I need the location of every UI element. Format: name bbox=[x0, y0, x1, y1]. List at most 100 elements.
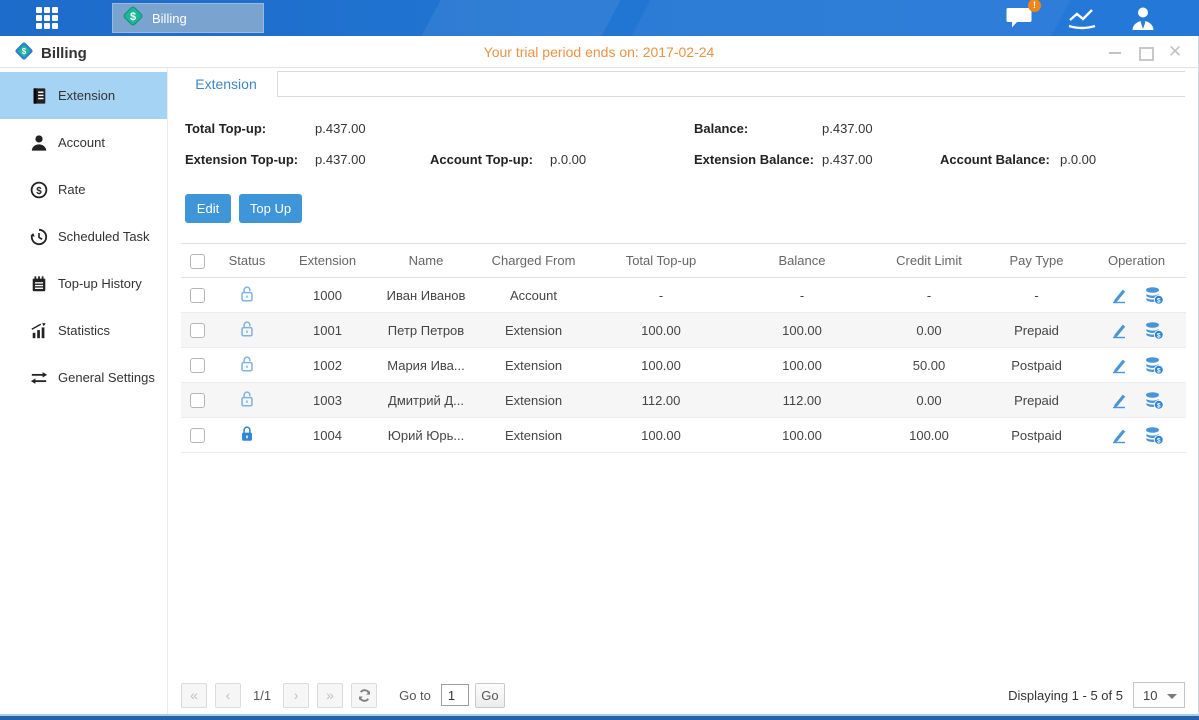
edit-pencil-icon[interactable] bbox=[1110, 356, 1128, 374]
edit-pencil-icon[interactable] bbox=[1110, 286, 1128, 304]
row-checkbox[interactable] bbox=[190, 393, 205, 408]
pay-type-cell: Prepaid bbox=[986, 383, 1087, 418]
extension-table: Status Extension Name Charged From Total… bbox=[181, 243, 1186, 453]
go-button[interactable]: Go bbox=[475, 683, 505, 708]
svg-text:$: $ bbox=[130, 11, 136, 23]
billing-window: $ Billing Your trial period ends on: 201… bbox=[0, 36, 1199, 716]
ledger-icon bbox=[30, 87, 48, 105]
total-topup-value: p.437.00 bbox=[315, 121, 366, 136]
total-topup-cell: 100.00 bbox=[590, 418, 732, 453]
messages-icon[interactable]: ! bbox=[1005, 5, 1035, 31]
topup-coins-icon[interactable]: $ bbox=[1144, 356, 1164, 375]
topup-coins-icon[interactable]: $ bbox=[1144, 426, 1164, 445]
balance-cell: 112.00 bbox=[732, 383, 872, 418]
edit-button[interactable]: Edit bbox=[185, 194, 231, 223]
total-topup-cell: 100.00 bbox=[590, 313, 732, 348]
extension-topup-value: p.437.00 bbox=[315, 152, 366, 167]
name-cell: Дмитрий Д... bbox=[375, 383, 477, 418]
name-cell: Иван Иванов bbox=[375, 278, 477, 313]
row-checkbox[interactable] bbox=[190, 428, 205, 443]
total-topup-cell: 100.00 bbox=[590, 348, 732, 383]
unlocked-icon bbox=[238, 285, 256, 303]
charged-from-cell: Extension bbox=[477, 383, 590, 418]
tab-strip-filler bbox=[277, 71, 1185, 97]
taskbar-tab-billing[interactable]: $ Billing bbox=[112, 3, 264, 33]
status-cell bbox=[214, 348, 280, 383]
row-checkbox[interactable] bbox=[190, 288, 205, 303]
charged-from-cell: Extension bbox=[477, 418, 590, 453]
name-cell: Мария Ива... bbox=[375, 348, 477, 383]
account-balance-value: p.0.00 bbox=[1060, 152, 1096, 167]
window-titlebar: $ Billing Your trial period ends on: 201… bbox=[0, 36, 1198, 68]
extension-cell: 1002 bbox=[280, 348, 375, 383]
sidebar-label: Extension bbox=[58, 88, 115, 103]
locked-icon bbox=[238, 425, 256, 443]
sidebar-item-extension[interactable]: Extension bbox=[0, 72, 167, 119]
sidebar-item-scheduled-task[interactable]: Scheduled Task bbox=[0, 213, 167, 260]
notepad-icon bbox=[30, 275, 48, 293]
sidebar-label: General Settings bbox=[58, 370, 155, 385]
col-balance: Balance bbox=[732, 244, 872, 278]
trial-notice: Your trial period ends on: 2017-02-24 bbox=[0, 44, 1198, 60]
tab-extension[interactable]: Extension bbox=[175, 70, 277, 99]
credit-limit-cell: - bbox=[872, 278, 986, 313]
sidebar-item-account[interactable]: Account bbox=[0, 119, 167, 166]
topup-button[interactable]: Top Up bbox=[239, 194, 302, 223]
topup-coins-icon[interactable]: $ bbox=[1144, 321, 1164, 340]
account-topup-label: Account Top-up: bbox=[430, 152, 533, 167]
table-row: 1000Иван ИвановAccount----$ bbox=[181, 278, 1186, 313]
table-row: 1003Дмитрий Д...Extension112.00112.000.0… bbox=[181, 383, 1186, 418]
last-page-button[interactable]: » bbox=[317, 683, 343, 708]
next-page-button[interactable]: › bbox=[283, 683, 309, 708]
app-topbar: $ Billing ! bbox=[0, 0, 1199, 36]
table-row: 1001Петр ПетровExtension100.00100.000.00… bbox=[181, 313, 1186, 348]
status-cell bbox=[214, 278, 280, 313]
close-button[interactable]: ✕ bbox=[1168, 45, 1182, 59]
balance-cell: 100.00 bbox=[732, 348, 872, 383]
sidebar-item-rate[interactable]: $ Rate bbox=[0, 166, 167, 213]
topup-coins-icon[interactable]: $ bbox=[1144, 391, 1164, 410]
page-size-value: 10 bbox=[1143, 688, 1157, 703]
col-credit-limit: Credit Limit bbox=[872, 244, 986, 278]
row-checkbox[interactable] bbox=[190, 358, 205, 373]
col-charged-from: Charged From bbox=[477, 244, 590, 278]
row-checkbox[interactable] bbox=[190, 323, 205, 338]
sidebar-item-statistics[interactable]: Statistics bbox=[0, 307, 167, 354]
billing-diamond-icon: $ bbox=[121, 4, 145, 33]
edit-pencil-icon[interactable] bbox=[1110, 321, 1128, 339]
credit-limit-cell: 50.00 bbox=[872, 348, 986, 383]
refresh-button[interactable] bbox=[351, 683, 377, 708]
page-size-select[interactable]: 10 bbox=[1133, 682, 1185, 708]
prev-page-button[interactable]: ‹ bbox=[215, 683, 241, 708]
sidebar-item-general-settings[interactable]: General Settings bbox=[0, 354, 167, 401]
sidebar-label: Top-up History bbox=[58, 276, 142, 291]
minimize-button[interactable] bbox=[1108, 45, 1122, 59]
sidebar-label: Rate bbox=[58, 182, 85, 197]
edit-pencil-icon[interactable] bbox=[1110, 426, 1128, 444]
statistics-chart-icon bbox=[30, 322, 48, 340]
pagination-bar: « ‹ 1/1 › » Go to Go Displaying 1 - 5 of… bbox=[181, 680, 1185, 710]
select-all-checkbox[interactable] bbox=[190, 254, 205, 269]
extension-topup-label: Extension Top-up: bbox=[185, 152, 298, 167]
unlocked-icon bbox=[238, 355, 256, 373]
person-icon bbox=[30, 134, 48, 152]
monitor-chart-icon[interactable] bbox=[1067, 5, 1097, 31]
col-name: Name bbox=[375, 244, 477, 278]
extension-cell: 1003 bbox=[280, 383, 375, 418]
topup-coins-icon[interactable]: $ bbox=[1144, 286, 1164, 305]
sidebar-item-topup-history[interactable]: Top-up History bbox=[0, 260, 167, 307]
pay-type-cell: - bbox=[986, 278, 1087, 313]
status-cell bbox=[214, 313, 280, 348]
first-page-button[interactable]: « bbox=[181, 683, 207, 708]
extension-balance-label: Extension Balance: bbox=[694, 152, 814, 167]
table-header-row: Status Extension Name Charged From Total… bbox=[181, 244, 1186, 278]
goto-page-input[interactable] bbox=[441, 684, 469, 706]
balance-cell: 100.00 bbox=[732, 418, 872, 453]
apps-grid-icon[interactable] bbox=[36, 7, 68, 29]
col-pay-type: Pay Type bbox=[986, 244, 1087, 278]
table-row: 1004Юрий Юрь...Extension100.00100.00100.… bbox=[181, 418, 1186, 453]
user-account-icon[interactable] bbox=[1129, 5, 1159, 31]
maximize-button[interactable] bbox=[1138, 45, 1152, 59]
unlocked-icon bbox=[238, 390, 256, 408]
edit-pencil-icon[interactable] bbox=[1110, 391, 1128, 409]
